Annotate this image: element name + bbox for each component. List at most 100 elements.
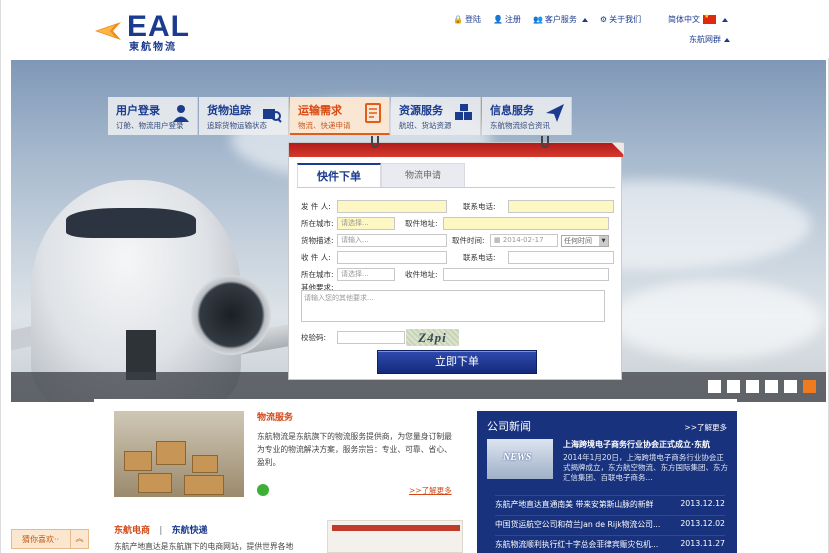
binder-clip-icon	[371, 136, 379, 148]
gear-icon: ⚙	[599, 15, 608, 24]
sender-city-label: 所在城市:	[301, 219, 334, 228]
sender-phone-input[interactable]	[508, 200, 614, 213]
receiver-phone-input[interactable]	[508, 251, 614, 264]
form-row: 所在城市: 请选择... 收件地址:	[301, 268, 609, 281]
register-link[interactable]: 👤 注册	[493, 14, 521, 25]
login-link[interactable]: 🔒 登陆	[453, 14, 481, 25]
slide-dot[interactable]	[727, 380, 740, 393]
logistics-text: 东航物流是东航旗下的物流服务提供商，为您量身订制最为专业的物流解决方案，服务宗旨…	[257, 432, 452, 467]
news-more-link[interactable]: >>了解更多	[684, 422, 727, 433]
binder-clip-icon	[541, 136, 549, 148]
captcha-label: 校验码:	[301, 333, 327, 342]
header: EAL 東航物流 🔒登陆 👤注册 👥客户服务 ⚙关于我们 简体中文 东航网群	[1, 0, 829, 58]
service-tab-transport[interactable]: 运输需求 物流、快递申请	[290, 97, 390, 135]
news-feature-headline[interactable]: 上海跨境电子商务行业协会正式成立·东航	[563, 439, 729, 450]
service-tab-info[interactable]: 信息服务 东航物流综合资讯	[482, 97, 572, 135]
news-item[interactable]: 中国货运航空公司和荷兰Jan de Rijk物流公司... 2013.12.02	[495, 515, 725, 530]
express-order-panel: 快件下单 物流申请 发 件 人: 联系电话: 所在城市: 请选择... 取件地址…	[288, 136, 624, 380]
language-selector[interactable]: 简体中文	[668, 13, 728, 25]
ec-site-thumbnail[interactable]	[327, 520, 463, 553]
warehouse-photo	[114, 411, 244, 497]
other-requirements-textarea[interactable]: 请输入您的其他要求...	[301, 290, 605, 322]
form-row: 校验码:	[301, 331, 405, 344]
page: EAL 東航物流 🔒登陆 👤注册 👥客户服务 ⚙关于我们 简体中文 东航网群	[0, 0, 829, 553]
news-item-title: 中国货运航空公司和荷兰Jan de Rijk物流公司...	[495, 520, 661, 529]
slide-dot[interactable]	[765, 380, 778, 393]
receiver-city-select[interactable]: 请选择...	[337, 268, 395, 281]
news-item-date: 2013.12.02	[680, 519, 725, 528]
send-arrow-icon	[546, 104, 564, 122]
package-search-icon	[263, 109, 282, 123]
caret-up-icon	[724, 38, 730, 42]
calendar-icon: ▦	[494, 236, 503, 244]
service-tab-login[interactable]: 用户登录 订舱、物流用户登录	[108, 97, 198, 135]
guess-you-like-button[interactable]: 猜你喜欢·· ︽	[11, 529, 89, 549]
ec-tab-express[interactable]: 东航快递	[172, 526, 208, 536]
slide-dot-active[interactable]	[803, 380, 816, 393]
logistics-more-link[interactable]: >>了解更多	[409, 485, 452, 496]
news-item-title: 东航物流顺利执行红十字总会菲律宾赈灾包机...	[495, 540, 659, 549]
pickup-address-label: 取件地址:	[405, 219, 438, 228]
service-tab-tracking[interactable]: 货物追踪 追踪货物运输状态	[199, 97, 289, 135]
submit-order-button[interactable]: 立即下单	[377, 350, 537, 374]
slide-dot[interactable]	[784, 380, 797, 393]
logo-cn: 東航物流	[129, 42, 177, 53]
lock-icon: 🔒	[453, 15, 463, 24]
sender-city-select[interactable]: 请选择...	[337, 217, 395, 230]
news-item-title: 东航产地直达直通南美 带来安第斯山脉的新鲜	[495, 500, 654, 509]
receiver-city-label: 所在城市:	[301, 270, 334, 279]
news-item-date: 2013.12.12	[680, 499, 725, 508]
slide-dot[interactable]	[708, 380, 721, 393]
ec-text: 东航产地直达是东航旗下的电商网站，提供世界各地	[114, 542, 294, 551]
china-flag-icon	[703, 13, 716, 24]
customer-service-menu[interactable]: 👥 客户服务	[533, 14, 588, 25]
about-link[interactable]: ⚙ 关于我们	[600, 14, 641, 25]
form-tabs: 快件下单 物流申请	[297, 163, 465, 187]
tab-express-order[interactable]: 快件下单	[297, 163, 381, 187]
wechat-icon[interactable]	[257, 484, 269, 496]
slide-dot[interactable]	[746, 380, 759, 393]
captcha-input[interactable]	[337, 331, 405, 344]
tab-divider	[297, 187, 615, 188]
top-nav: 🔒 登陆 👤 注册 👥 客户服务 ⚙ 关于我们	[453, 14, 641, 25]
goods-input[interactable]: 请输入...	[337, 234, 447, 247]
user-login-icon	[173, 105, 189, 122]
airplane-engine	[191, 275, 271, 355]
content-section: 物流服务 东航物流是东航旗下的物流服务提供商，为您量身订制最为专业的物流解决方案…	[94, 399, 737, 553]
caret-up-icon	[722, 17, 728, 22]
news-item-date: 2013.11.27	[680, 539, 725, 548]
sender-phone-label: 联系电话:	[463, 202, 496, 211]
news-item[interactable]: 东航产地直达直通南美 带来安第斯山脉的新鲜 2013.12.12	[495, 495, 725, 510]
receiver-label: 收 件 人:	[301, 253, 331, 262]
boxes-icon	[455, 104, 472, 120]
pickup-address-input[interactable]	[443, 217, 609, 230]
ec-tab-shop[interactable]: 东航电商	[114, 526, 150, 536]
tab-logistics-apply[interactable]: 物流申请	[381, 163, 465, 187]
captcha-image[interactable]: Z4pi	[406, 329, 459, 346]
caret-up-icon	[581, 17, 588, 22]
news-item[interactable]: 东航物流顺利执行红十字总会菲律宾赈灾包机... 2013.11.27	[495, 535, 725, 550]
receiver-address-input[interactable]	[443, 268, 609, 281]
sender-input[interactable]	[337, 200, 447, 213]
users-icon: 👥	[532, 15, 543, 24]
sender-label: 发 件 人:	[301, 202, 331, 211]
pickup-time-select[interactable]: 任何时间 ▼	[561, 234, 609, 247]
news-feature-image[interactable]	[487, 439, 553, 479]
pickup-date-input[interactable]: ▦ 2014-02-17	[490, 234, 558, 247]
form-row: 发 件 人: 联系电话:	[301, 200, 614, 213]
group-sites-menu[interactable]: 东航网群	[689, 34, 730, 45]
company-news: 公司新闻 >>了解更多 上海跨境电子商务行业协会正式成立·东航 2014年1月2…	[477, 411, 737, 553]
document-plane-icon	[365, 103, 381, 123]
eal-logo[interactable]: EAL 東航物流	[93, 10, 193, 53]
receiver-phone-label: 联系电话:	[463, 253, 496, 262]
logistics-title[interactable]: 物流服务	[257, 410, 293, 423]
panel-header-bar	[289, 143, 624, 157]
user-icon: 👤	[492, 15, 503, 24]
cloud	[611, 280, 821, 360]
logo-wing-icon	[95, 22, 121, 40]
service-tab-resources[interactable]: 资源服务 航班、货站资源	[391, 97, 481, 135]
receiver-input[interactable]	[337, 251, 447, 264]
news-title: 公司新闻	[487, 420, 531, 433]
dropdown-arrow-icon: ▼	[599, 235, 608, 246]
form-row: 货物描述: 请输入... 取件时间: ▦ 2014-02-17 任何时间 ▼	[301, 234, 609, 247]
